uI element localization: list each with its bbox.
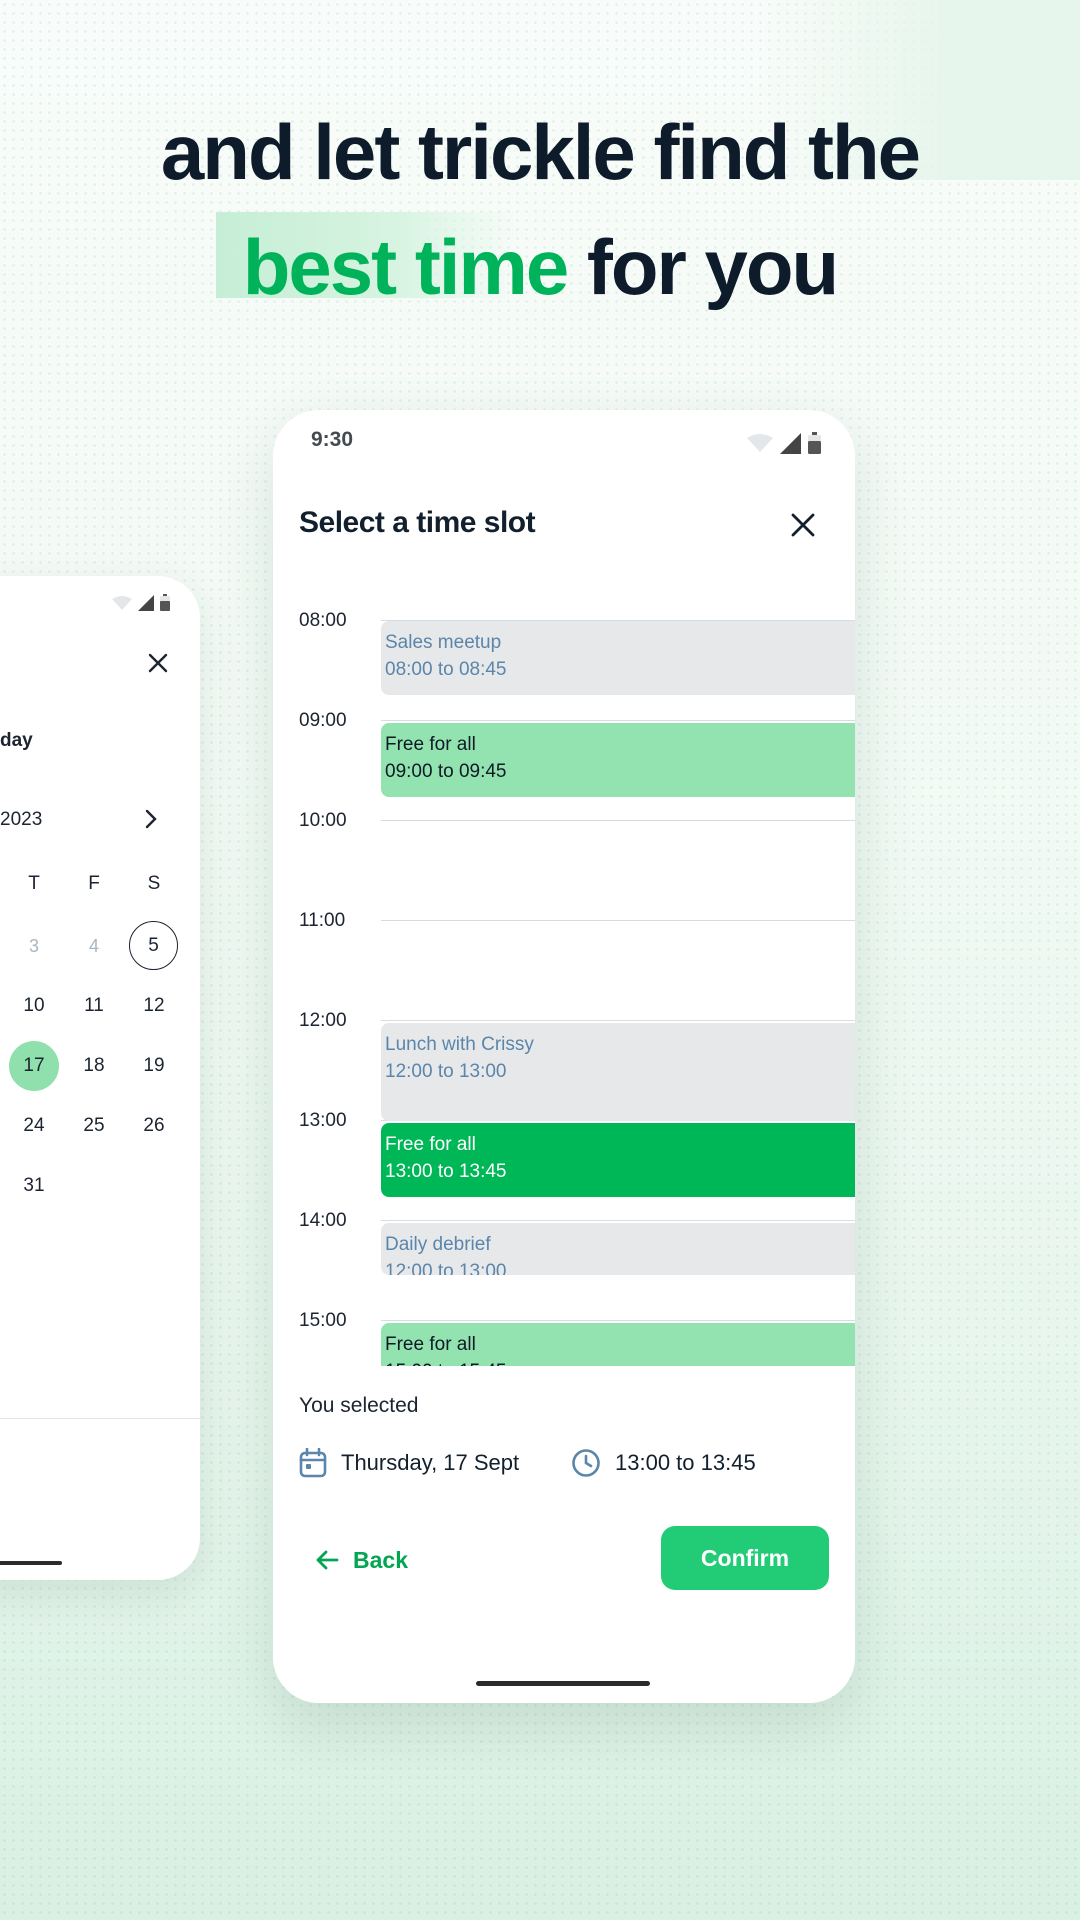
- selected-time-text: 13:00 to 13:45: [615, 1450, 756, 1475]
- calendar-icon: [299, 1448, 327, 1478]
- hour-line: [381, 1220, 855, 1221]
- status-time: 9:30: [311, 428, 354, 451]
- busy-event: Lunch with Crissy 12:00 to 13:00: [381, 1023, 855, 1121]
- busy-event: Sales meetup 08:00 to 08:45: [381, 621, 855, 695]
- hour-line: [381, 920, 855, 921]
- event-time: 08:00 to 08:45: [385, 659, 507, 680]
- event-title: Free for all: [385, 1134, 476, 1155]
- phone-frame: 9:30 Select a time slot 08:00 09:00 10:0…: [273, 410, 855, 1703]
- calendar-date[interactable]: 10: [9, 981, 59, 1031]
- divider: [0, 1418, 200, 1419]
- back-button-label: Back: [353, 1546, 408, 1573]
- headline-highlight: best time: [242, 223, 569, 311]
- headline-line2: best time for you: [0, 210, 1080, 325]
- event-time: 12:00 to 13:00: [385, 1061, 507, 1082]
- calendar-date[interactable]: 31: [9, 1161, 59, 1211]
- sheet-title: Select a time slot: [299, 506, 536, 539]
- weekday-label: F: [88, 873, 100, 894]
- hour-label: 12:00: [299, 1010, 347, 1031]
- selected-date: Thursday, 17 Sept: [299, 1448, 519, 1478]
- confirm-button[interactable]: Confirm: [661, 1526, 829, 1590]
- hour-label: 10:00: [299, 810, 347, 831]
- close-icon: [791, 513, 815, 537]
- selection-footer: You selected Thursday, 17 Sept 13:00 to …: [273, 1366, 855, 1703]
- hour-line: [381, 1020, 855, 1021]
- calendar-date[interactable]: 12: [129, 981, 179, 1031]
- background-phone: day 2023 T F S 3 4 5 10 11 12 17 18 19 2…: [0, 576, 200, 1580]
- event-time: 13:00 to 13:45: [385, 1161, 507, 1182]
- back-phone-status-icons: [112, 594, 170, 611]
- hour-label: 08:00: [299, 610, 347, 631]
- calendar-date[interactable]: 24: [9, 1101, 59, 1151]
- busy-event: Daily debrief 12:00 to 13:00: [381, 1223, 855, 1275]
- event-time: 15:00 to 15:45: [385, 1358, 855, 1366]
- hour-label: 11:00: [299, 910, 346, 931]
- close-button[interactable]: [786, 508, 820, 542]
- event-title: Free for all: [385, 734, 476, 755]
- calendar-date[interactable]: 3: [9, 921, 59, 971]
- hour-label: 15:00: [299, 1310, 347, 1331]
- selected-free-slot[interactable]: Free for all 13:00 to 13:45: [381, 1123, 855, 1197]
- home-indicator: [0, 1561, 62, 1565]
- event-time: 09:00 to 09:45: [385, 761, 507, 782]
- headline-line2-rest: for you: [567, 223, 839, 311]
- calendar-date[interactable]: 4: [69, 921, 119, 971]
- event-time: 12:00 to 13:00: [385, 1261, 507, 1275]
- free-slot[interactable]: Free for all 09:00 to 09:45: [381, 723, 855, 797]
- weekday-label: T: [28, 873, 40, 894]
- hour-label: 14:00: [299, 1210, 347, 1231]
- chevron-right-icon[interactable]: [142, 808, 160, 830]
- home-indicator: [476, 1681, 650, 1686]
- calendar-date[interactable]: 11: [69, 981, 119, 1031]
- hour-line: [381, 1320, 855, 1321]
- event-title: Free for all: [385, 1334, 476, 1355]
- time-slot-schedule[interactable]: 08:00 09:00 10:00 11:00 12:00 13:00 14:0…: [273, 590, 855, 1366]
- calendar-date[interactable]: 19: [129, 1041, 179, 1091]
- arrow-left-icon: [316, 1550, 339, 1570]
- event-title: Lunch with Crissy: [385, 1034, 534, 1055]
- signal-icon: [138, 594, 154, 611]
- hour-line: [381, 820, 855, 821]
- wifi-icon: [747, 434, 773, 452]
- headline-line1: and let trickle find the: [160, 108, 921, 196]
- selection-label: You selected: [299, 1394, 419, 1417]
- hour-label: 13:00: [299, 1110, 347, 1131]
- back-phone-day-label: day: [0, 730, 33, 751]
- hour-line: [381, 720, 855, 721]
- headline: and let trickle find the best time for y…: [0, 95, 1080, 325]
- hour-label: 09:00: [299, 710, 347, 731]
- event-title: Sales meetup: [385, 632, 502, 653]
- battery-icon: [808, 432, 821, 454]
- calendar-date[interactable]: 26: [129, 1101, 179, 1151]
- free-slot[interactable]: Free for all 15:00 to 15:45: [381, 1323, 855, 1366]
- calendar-date-selected[interactable]: 17: [9, 1041, 59, 1091]
- selected-time: 13:00 to 13:45: [571, 1448, 756, 1478]
- calendar-date-today[interactable]: 5: [129, 921, 178, 970]
- back-phone-month-label: 2023: [0, 809, 43, 830]
- signal-icon: [780, 432, 801, 454]
- back-button[interactable]: Back: [315, 1534, 408, 1586]
- battery-icon: [160, 594, 170, 611]
- close-icon[interactable]: [147, 652, 169, 674]
- weekday-label: S: [147, 873, 161, 894]
- calendar-date[interactable]: 25: [69, 1101, 119, 1151]
- wifi-icon: [112, 595, 132, 610]
- status-icons: [747, 432, 821, 454]
- event-title: Daily debrief: [385, 1234, 491, 1255]
- clock-icon: [572, 1449, 600, 1477]
- selected-date-text: Thursday, 17 Sept: [341, 1450, 520, 1475]
- calendar-date[interactable]: 18: [69, 1041, 119, 1091]
